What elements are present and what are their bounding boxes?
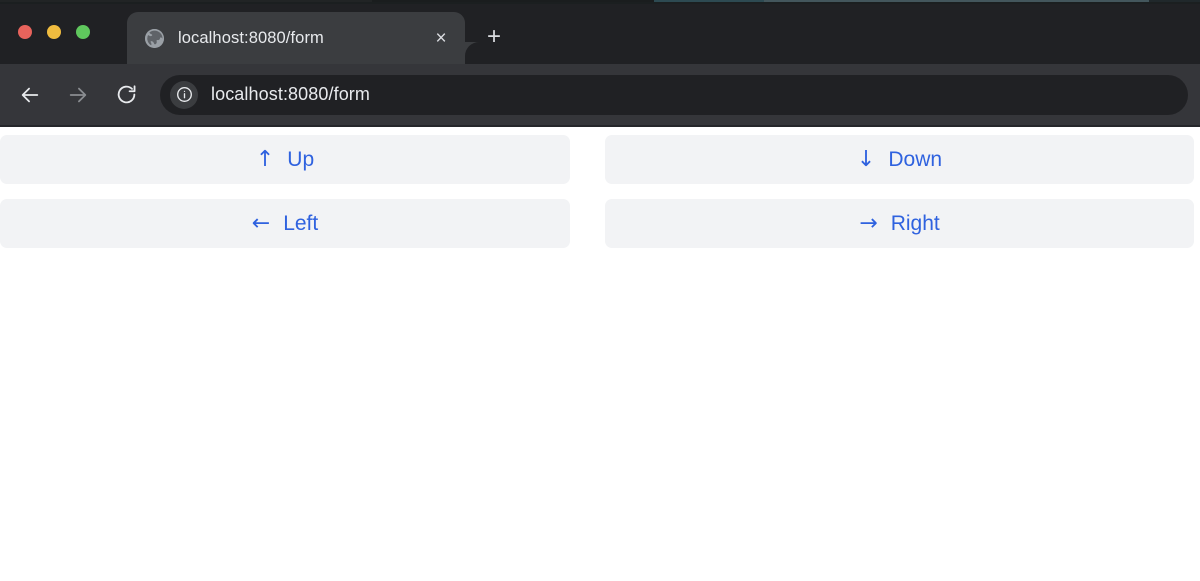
down-button-label: Down [888,148,943,171]
right-button[interactable]: → Right [605,199,1194,248]
browser-window: localhost:8080/form × + localhost:8080/f… [0,4,1200,127]
arrow-down-icon: ↓ [856,146,876,172]
close-icon[interactable]: × [427,24,455,52]
globe-icon [145,28,164,48]
page-content: ↑ Up ↓ Down ← Left → Right [0,127,1200,581]
new-tab-button[interactable]: + [478,21,510,53]
address-bar[interactable]: localhost:8080/form [160,74,1188,115]
desktop-strip-segment [764,0,1149,2]
down-button[interactable]: ↓ Down [605,135,1194,184]
left-button-label: Left [283,212,319,235]
info-circle-icon[interactable] [170,80,198,109]
desktop-strip-segment [0,0,372,2]
window-minimize-button[interactable] [47,25,61,39]
window-controls [18,25,90,39]
back-arrow-icon[interactable] [10,75,50,115]
desktop-strip-segment [654,0,764,2]
dpad-button-grid: ↑ Up ↓ Down ← Left → Right [0,127,1200,248]
browser-toolbar: localhost:8080/form [0,64,1200,127]
grid-gutter [570,199,605,248]
right-button-label: Right [890,212,940,235]
arrow-right-icon: → [859,210,878,236]
up-button-label: Up [287,148,315,171]
grid-gutter [570,135,605,184]
tab-title: localhost:8080/form [178,28,324,47]
arrow-up-icon: ↑ [255,146,275,172]
up-button[interactable]: ↑ Up [0,135,570,184]
window-zoom-button[interactable] [76,25,90,39]
arrow-left-icon: ← [251,210,271,236]
left-button[interactable]: ← Left [0,199,570,248]
reload-icon[interactable] [106,75,146,115]
url-text[interactable]: localhost:8080/form [211,84,370,105]
tab-strip: localhost:8080/form × + [0,4,1200,64]
window-close-button[interactable] [18,25,32,39]
forward-arrow-icon[interactable] [58,75,98,115]
desktop-strip-segment [1149,0,1200,2]
desktop-strip-segment [372,0,654,2]
browser-tab-active[interactable]: localhost:8080/form × [127,12,465,64]
